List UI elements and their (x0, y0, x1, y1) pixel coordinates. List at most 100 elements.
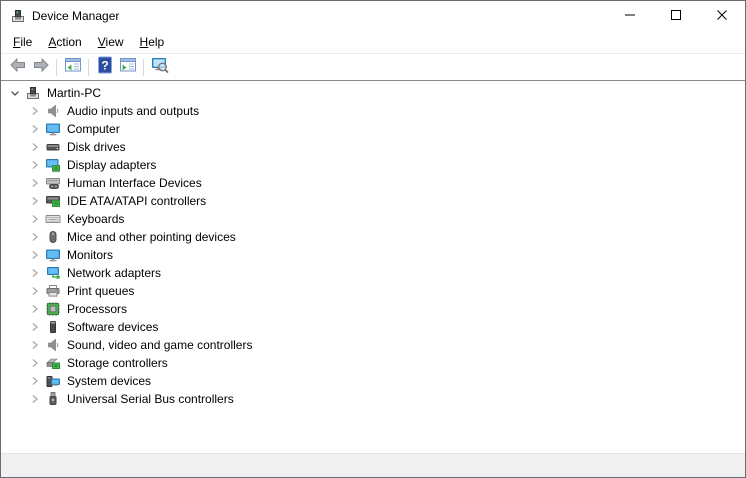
status-bar (1, 454, 745, 477)
svg-text:?: ? (101, 58, 108, 72)
tree-item-label: Human Interface Devices (67, 176, 202, 190)
tree-item-universal-serial-bus-controllers[interactable]: Universal Serial Bus controllers (1, 390, 745, 408)
storage-controller-icon (45, 355, 61, 371)
tree-item-network-adapters[interactable]: Network adapters (1, 264, 745, 282)
tree-item-display-adapters[interactable]: Display adapters (1, 156, 745, 174)
tree-item-processors[interactable]: Processors (1, 300, 745, 318)
back-arrow-icon (8, 55, 28, 80)
chevron-right-icon[interactable] (27, 373, 43, 389)
maximize-icon (671, 7, 681, 25)
tree-item-label: Software devices (67, 320, 158, 334)
tree-item-sound-video-and-game-controllers[interactable]: Sound, video and game controllers (1, 336, 745, 354)
tree-item-system-devices[interactable]: System devices (1, 372, 745, 390)
toolbar-separator (56, 59, 57, 76)
tree-item-keyboards[interactable]: Keyboards (1, 210, 745, 228)
tree-item-label: IDE ATA/ATAPI controllers (67, 194, 206, 208)
disk-drive-icon (45, 139, 61, 155)
menu-item-action[interactable]: Action (40, 32, 89, 52)
menu-item-help[interactable]: Help (132, 32, 173, 52)
close-icon (717, 7, 727, 25)
usb-controller-icon (45, 391, 61, 407)
tree-item-label: Sound, video and game controllers (67, 338, 252, 352)
monitor-icon (45, 121, 61, 137)
show-console-tree-button[interactable] (61, 56, 84, 78)
chevron-right-icon[interactable] (27, 157, 43, 173)
tree-item-ide-ata-atapi-controllers[interactable]: IDE ATA/ATAPI controllers (1, 192, 745, 210)
chevron-right-icon[interactable] (27, 139, 43, 155)
menu-item-file[interactable]: File (5, 32, 40, 52)
tree-item-label: Universal Serial Bus controllers (67, 392, 234, 406)
forward-arrow-icon (31, 55, 51, 80)
show-action-pane-icon (118, 55, 138, 80)
chevron-right-icon[interactable] (27, 355, 43, 371)
tree-item-label: Keyboards (67, 212, 124, 226)
tree-item-mice-and-other-pointing-devices[interactable]: Mice and other pointing devices (1, 228, 745, 246)
tree-item-label: Monitors (67, 248, 113, 262)
tree-item-label: Audio inputs and outputs (67, 104, 199, 118)
show-console-tree-icon (63, 55, 83, 80)
minimize-icon (625, 7, 635, 25)
tree-item-label: Display adapters (67, 158, 156, 172)
chevron-right-icon[interactable] (27, 283, 43, 299)
audio-device-icon (45, 103, 61, 119)
help-icon: ? (95, 55, 115, 80)
computer-pc-icon (25, 85, 41, 101)
window-title: Device Manager (32, 9, 119, 23)
menu-item-view[interactable]: View (90, 32, 132, 52)
tree-item-monitors[interactable]: Monitors (1, 246, 745, 264)
tree-item-label: Mice and other pointing devices (67, 230, 236, 244)
chevron-right-icon[interactable] (27, 121, 43, 137)
network-adapter-icon (45, 265, 61, 281)
chevron-right-icon[interactable] (27, 391, 43, 407)
chevron-down-icon[interactable] (7, 85, 23, 101)
sound-controller-icon (45, 337, 61, 353)
window-controls (607, 1, 745, 31)
chevron-right-icon[interactable] (27, 229, 43, 245)
chevron-right-icon[interactable] (27, 337, 43, 353)
chevron-right-icon[interactable] (27, 265, 43, 281)
chevron-right-icon[interactable] (27, 301, 43, 317)
tree-item-audio-inputs-and-outputs[interactable]: Audio inputs and outputs (1, 102, 745, 120)
minimize-button[interactable] (607, 1, 653, 31)
print-queue-icon (45, 283, 61, 299)
tree-item-computer[interactable]: Computer (1, 120, 745, 138)
tree-item-martin-pc[interactable]: Martin-PC (1, 84, 745, 102)
tree-item-print-queues[interactable]: Print queues (1, 282, 745, 300)
device-tree: Martin-PC Audio inputs and outputs Compu… (1, 80, 745, 454)
chevron-right-icon[interactable] (27, 175, 43, 191)
maximize-button[interactable] (653, 1, 699, 31)
help-button[interactable]: ? (93, 56, 116, 78)
chevron-right-icon[interactable] (27, 319, 43, 335)
toolbar-separator (143, 59, 144, 76)
chevron-right-icon[interactable] (27, 103, 43, 119)
tree-item-label: Storage controllers (67, 356, 168, 370)
show-action-pane-button[interactable] (116, 56, 139, 78)
device-manager-window: Device Manager FileActionViewHelp ? Mart… (0, 0, 746, 478)
tree-item-label: System devices (67, 374, 151, 388)
tree-item-storage-controllers[interactable]: Storage controllers (1, 354, 745, 372)
tree-item-human-interface-devices[interactable]: Human Interface Devices (1, 174, 745, 192)
tree-item-label: Disk drives (67, 140, 126, 154)
tree-item-software-devices[interactable]: Software devices (1, 318, 745, 336)
tree-item-label: Processors (67, 302, 127, 316)
software-device-icon (45, 319, 61, 335)
ide-controller-icon (45, 193, 61, 209)
keyboard-icon (45, 211, 61, 227)
monitor-icon (45, 247, 61, 263)
chevron-right-icon[interactable] (27, 247, 43, 263)
display-adapter-icon (45, 157, 61, 173)
chevron-right-icon[interactable] (27, 211, 43, 227)
tree-item-label: Martin-PC (47, 86, 101, 100)
tree-item-label: Print queues (67, 284, 134, 298)
device-manager-icon (10, 8, 26, 24)
hid-icon (45, 175, 61, 191)
menu-bar: FileActionViewHelp (1, 31, 745, 54)
forward-arrow-button (29, 56, 52, 78)
chevron-right-icon[interactable] (27, 193, 43, 209)
close-button[interactable] (699, 1, 745, 31)
scan-hardware-changes-button[interactable] (148, 56, 171, 78)
scan-hardware-changes-icon (150, 55, 170, 80)
mouse-icon (45, 229, 61, 245)
system-device-icon (45, 373, 61, 389)
tree-item-disk-drives[interactable]: Disk drives (1, 138, 745, 156)
